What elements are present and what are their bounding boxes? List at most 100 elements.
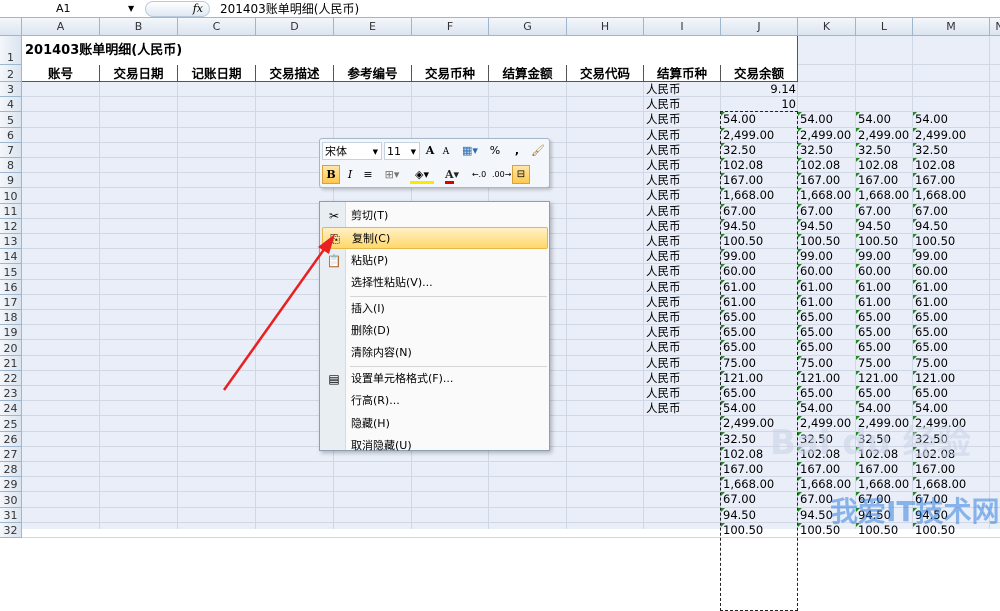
currency-cell[interactable]: 人民币 — [646, 356, 681, 371]
column-header-C[interactable]: C — [178, 18, 256, 36]
value-cell[interactable]: 54.00 — [800, 401, 833, 416]
value-cell[interactable]: 61.00 — [915, 280, 948, 295]
row-header-1[interactable]: 1 — [0, 36, 22, 65]
value-cell[interactable]: 94.50 — [800, 508, 833, 523]
column-header-I[interactable]: I — [644, 18, 721, 36]
value-cell[interactable]: 54.00 — [800, 112, 833, 127]
menu-item[interactable]: 隐藏(H) — [322, 413, 548, 435]
column-header-J[interactable]: J — [721, 18, 798, 36]
value-cell[interactable]: 65.00 — [915, 340, 948, 355]
value-cell[interactable]: 60.00 — [858, 264, 891, 279]
balance-cell[interactable]: 9.14 — [721, 82, 796, 97]
currency-cell[interactable]: 人民币 — [646, 128, 681, 143]
fill-color-icon[interactable]: ◈▾ — [410, 166, 434, 184]
value-cell[interactable]: 67.00 — [723, 492, 756, 507]
row-header-12[interactable]: 12 — [0, 218, 22, 234]
value-cell[interactable]: 1,668.00 — [800, 188, 851, 203]
value-cell[interactable]: 102.08 — [858, 158, 898, 173]
value-cell[interactable]: 94.50 — [723, 219, 756, 234]
value-cell[interactable]: 1,668.00 — [723, 188, 774, 203]
bold-button[interactable]: B — [322, 165, 340, 184]
value-cell[interactable]: 54.00 — [723, 112, 756, 127]
value-cell[interactable]: 65.00 — [800, 325, 833, 340]
value-cell[interactable]: 102.08 — [915, 158, 955, 173]
value-cell[interactable]: 167.00 — [858, 173, 898, 188]
value-cell[interactable]: 2,499.00 — [723, 128, 774, 143]
row-header-27[interactable]: 27 — [0, 446, 22, 462]
value-cell[interactable]: 121.00 — [723, 371, 763, 386]
borders-icon[interactable]: ⊞▾ — [380, 166, 404, 184]
menu-item[interactable]: ✂ 剪切(T) — [322, 205, 548, 227]
currency-cell[interactable]: 人民币 — [646, 173, 681, 188]
value-cell[interactable]: 100.50 — [723, 234, 763, 249]
value-cell[interactable]: 67.00 — [800, 492, 833, 507]
value-cell[interactable]: 100.50 — [915, 234, 955, 249]
value-cell[interactable]: 167.00 — [723, 462, 763, 477]
value-cell[interactable]: 99.00 — [800, 249, 833, 264]
font-size-select[interactable]: 11 ▼ — [384, 142, 420, 160]
row-header-18[interactable]: 18 — [0, 310, 22, 326]
row-header-13[interactable]: 13 — [0, 234, 22, 250]
currency-cell[interactable]: 人民币 — [646, 371, 681, 386]
column-header-E[interactable]: E — [334, 18, 412, 36]
increase-decimal-icon[interactable]: ←.0 — [470, 166, 488, 184]
value-cell[interactable]: 75.00 — [858, 356, 891, 371]
column-header-G[interactable]: G — [489, 18, 567, 36]
name-box-dropdown-icon[interactable]: ▼ — [128, 0, 134, 18]
value-cell[interactable]: 100.50 — [800, 234, 840, 249]
row-header-16[interactable]: 16 — [0, 279, 22, 295]
currency-cell[interactable]: 人民币 — [646, 97, 681, 112]
shrink-font-button[interactable]: A — [439, 143, 453, 161]
value-cell[interactable]: 65.00 — [858, 340, 891, 355]
value-cell[interactable]: 75.00 — [800, 356, 833, 371]
row-header-15[interactable]: 15 — [0, 264, 22, 280]
value-cell[interactable]: 75.00 — [723, 356, 756, 371]
value-cell[interactable]: 54.00 — [858, 112, 891, 127]
value-cell[interactable]: 94.50 — [800, 219, 833, 234]
row-header-3[interactable]: 3 — [0, 82, 22, 98]
menu-item[interactable]: 清除内容(N) — [322, 342, 548, 364]
value-cell[interactable]: 2,499.00 — [800, 128, 851, 143]
value-cell[interactable]: 167.00 — [800, 462, 840, 477]
column-header-M[interactable]: M — [913, 18, 990, 36]
row-header-24[interactable]: 24 — [0, 401, 22, 417]
value-cell[interactable]: 67.00 — [858, 204, 891, 219]
row-header-32[interactable]: 32 — [0, 522, 22, 538]
value-cell[interactable]: 75.00 — [915, 356, 948, 371]
row-header-21[interactable]: 21 — [0, 355, 22, 371]
value-cell[interactable]: 94.50 — [723, 508, 756, 523]
value-cell[interactable]: 60.00 — [723, 264, 756, 279]
menu-item[interactable]: 选择性粘贴(V)... — [322, 272, 548, 294]
menu-item[interactable]: 取消隐藏(U) — [322, 435, 548, 457]
value-cell[interactable]: 61.00 — [800, 295, 833, 310]
grow-font-button[interactable]: A — [423, 142, 437, 160]
value-cell[interactable]: 1,668.00 — [723, 477, 774, 492]
value-cell[interactable]: 167.00 — [858, 462, 898, 477]
font-name-select[interactable]: 宋体 ▼ — [322, 142, 382, 160]
row-header-22[interactable]: 22 — [0, 370, 22, 386]
font-color-button[interactable]: A▾ — [440, 166, 464, 184]
value-cell[interactable]: 61.00 — [723, 280, 756, 295]
column-header-D[interactable]: D — [256, 18, 334, 36]
value-cell[interactable]: 94.50 — [915, 219, 948, 234]
column-header-K[interactable]: K — [798, 18, 856, 36]
row-header-4[interactable]: 4 — [0, 97, 22, 113]
row-header-9[interactable]: 9 — [0, 173, 22, 189]
currency-cell[interactable]: 人民币 — [646, 204, 681, 219]
insert-function-button[interactable]: fx — [145, 1, 210, 17]
value-cell[interactable]: 60.00 — [800, 264, 833, 279]
percent-button[interactable]: % — [488, 142, 502, 160]
balance-cell[interactable]: 10 — [721, 97, 796, 112]
row-header-17[interactable]: 17 — [0, 294, 22, 310]
accounting-format-icon[interactable]: ▦▾ — [458, 142, 482, 160]
value-cell[interactable]: 32.50 — [723, 143, 756, 158]
value-cell[interactable]: 65.00 — [723, 386, 756, 401]
value-cell[interactable]: 60.00 — [915, 264, 948, 279]
currency-cell[interactable]: 人民币 — [646, 401, 681, 416]
value-cell[interactable]: 54.00 — [723, 401, 756, 416]
row-header-6[interactable]: 6 — [0, 127, 22, 143]
column-header-N[interactable]: N — [990, 18, 1000, 36]
value-cell[interactable]: 61.00 — [800, 280, 833, 295]
value-cell[interactable]: 54.00 — [858, 401, 891, 416]
value-cell[interactable]: 94.50 — [858, 219, 891, 234]
